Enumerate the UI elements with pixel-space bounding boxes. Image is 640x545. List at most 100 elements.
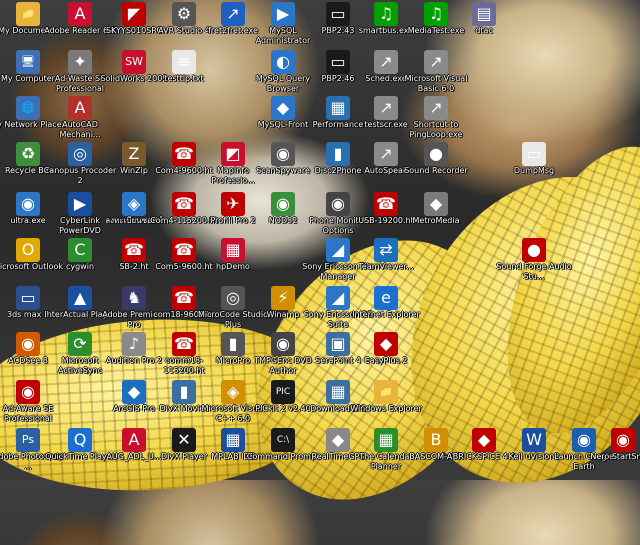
adobe-reader-6-0-icon[interactable]: A <box>68 2 92 26</box>
phone-monitor-options-icon[interactable]: ◉ <box>326 192 350 216</box>
sony-ericsson-file-manager-icon[interactable]: ◢ <box>326 238 350 262</box>
teamviewer-icon[interactable]: ⇄ <box>374 238 398 262</box>
cyberlink-powerdvd-icon[interactable]: ▶ <box>68 192 92 216</box>
shortcut-label: Internet Explorer <box>352 310 420 319</box>
sound-recorder-icon[interactable]: ● <box>424 142 448 166</box>
autospeak-icon[interactable]: ↗ <box>374 142 398 166</box>
item-icon[interactable]: ◈ <box>122 192 146 216</box>
shortcut-label: EasyPlus 2 <box>364 356 408 365</box>
brickspice-4-4-icon[interactable]: ◆ <box>472 428 496 452</box>
shortcut-label: Shortcut to PingLoop.exe <box>409 120 463 139</box>
performance-icon[interactable]: ▦ <box>326 96 350 120</box>
shortcut-label: DumpMsg <box>513 166 555 175</box>
mysql-administrator-icon[interactable]: ▶ <box>271 2 295 26</box>
acdsee-8-icon[interactable]: ◉ <box>16 332 40 356</box>
3ds-max-7-icon[interactable]: ▭ <box>16 286 40 310</box>
audition-pro-2-icon[interactable]: ♪ <box>122 332 146 356</box>
downloadgps-icon[interactable]: ▦ <box>326 380 350 404</box>
smartbus-exe-icon[interactable]: ♫ <box>374 2 398 26</box>
shortcut-label: Sound Forge Audio Stu... <box>496 262 572 281</box>
microsoft-activesync-icon[interactable]: ⟳ <box>68 332 92 356</box>
bascom-avr-icon[interactable]: B <box>424 428 448 452</box>
recycle-bin-icon[interactable]: ♻ <box>16 142 40 166</box>
divx-player-icon[interactable]: ✕ <box>172 428 196 452</box>
winzip-icon[interactable]: Z <box>122 142 146 166</box>
solidworks-2005-icon[interactable]: SW <box>122 50 146 74</box>
shortcut-label: hpDemo <box>216 262 250 271</box>
avr-studio-4-icon[interactable]: ⚙ <box>172 2 196 26</box>
nero-startsmart-icon[interactable]: ◉ <box>611 428 635 452</box>
tmpgenc-dvd-author-icon[interactable]: ◉ <box>271 332 295 356</box>
ad-waste-se-professional-icon[interactable]: ✦ <box>68 50 92 74</box>
autocad-mechani-icon[interactable]: A <box>68 96 92 120</box>
com4-9600-ht-icon[interactable]: ☎ <box>172 142 196 166</box>
microsoft-visual-basic-6-0-icon[interactable]: ↗ <box>424 50 448 74</box>
microsoft-outlook-icon[interactable]: O <box>16 238 40 262</box>
my-network-places-icon[interactable]: 🌐 <box>16 96 40 120</box>
ad-aware-se-professional-icon[interactable]: ◉ <box>16 380 40 404</box>
desktop-shortcut-nero-startsmart[interactable]: ◉Nero StartSmart <box>585 426 640 484</box>
adobe-photoshop-icon[interactable]: Ps <box>16 428 40 452</box>
desktop-shortcut-dumpmsg[interactable]: ▭ DumpMsg <box>496 140 572 198</box>
canopus-procoder-2-icon[interactable]: ◎ <box>68 142 92 166</box>
interactual-player-icon[interactable]: ▲ <box>68 286 92 310</box>
com4-115200-ht-icon[interactable]: ☎ <box>172 192 196 216</box>
disc2phone-icon[interactable]: ▮ <box>326 142 350 166</box>
pbp2-43-icon[interactable]: ▭ <box>326 2 350 26</box>
adobe-premiere-pro-icon[interactable]: ♞ <box>122 286 146 310</box>
my-documents-icon[interactable]: 📁 <box>16 2 40 26</box>
shortcut-label: AutoCAD Mechani... <box>59 120 101 139</box>
comm18-115200-ht-icon[interactable]: ☎ <box>172 332 196 356</box>
divx-movies-icon[interactable]: ▮ <box>172 380 196 404</box>
the-calendar-planner-icon[interactable]: ▦ <box>374 428 398 452</box>
pbp2-46-icon[interactable]: ▭ <box>326 50 350 74</box>
mapinfo-professio-icon[interactable]: ◩ <box>221 142 245 166</box>
realtimegps-icon[interactable]: ◆ <box>326 428 350 452</box>
sony-ericsson-pc-suite-icon[interactable]: ◢ <box>326 286 350 310</box>
keil-uvision3-icon[interactable]: W <box>522 428 546 452</box>
micropro-icon[interactable]: ▮ <box>221 332 245 356</box>
desktop: { "icons": [ {"label":"My Documents","gl… <box>0 0 640 545</box>
pickit-2-v2-40-icon[interactable]: PIC <box>271 380 295 404</box>
usb-19200-ht-icon[interactable]: ☎ <box>374 192 398 216</box>
com18-9600-ht-icon[interactable]: ☎ <box>172 286 196 310</box>
fret2fret-exe-icon[interactable]: ↗ <box>221 2 245 26</box>
dumpmsg-icon[interactable]: ▭ <box>522 142 546 166</box>
testtip-txt-icon[interactable]: ≡ <box>172 50 196 74</box>
winamp-icon[interactable]: ⚡ <box>271 286 295 310</box>
testscr-exe-icon[interactable]: ↗ <box>374 96 398 120</box>
arcgis-pro-icon[interactable]: ◆ <box>122 380 146 404</box>
cygwin-icon[interactable]: C <box>68 238 92 262</box>
scanspyware-icon[interactable]: ◉ <box>271 142 295 166</box>
shortcut-label: MetroMedia <box>412 216 460 225</box>
mysql-front-icon[interactable]: ◆ <box>271 96 295 120</box>
mysql-query-browser-icon[interactable]: ◐ <box>271 50 295 74</box>
com5-9600-ht-icon[interactable]: ☎ <box>172 238 196 262</box>
sb-2-ht-icon[interactable]: ☎ <box>122 238 146 262</box>
serapoint-4-icon[interactable]: ▣ <box>326 332 350 356</box>
profili-pro-2-icon[interactable]: ✈ <box>221 192 245 216</box>
desktop-shortcut-sound-forge-audio-stu[interactable]: ● Sound Forge Audio Stu... <box>496 236 572 294</box>
aug-adl-u-icon[interactable]: A <box>122 428 146 452</box>
easyplus-2-icon[interactable]: ◆ <box>374 332 398 356</box>
mediatest-exe-icon[interactable]: ♫ <box>424 2 448 26</box>
internet-explorer-icon[interactable]: e <box>374 286 398 310</box>
desktop-shortcut-testtip-txt[interactable]: ≡ testtip.txt <box>146 48 222 106</box>
quicktime-player-icon[interactable]: Q <box>68 428 92 452</box>
sound-forge-audio-stu-icon[interactable]: ● <box>522 238 546 262</box>
microcode-studio-plus-icon[interactable]: ◎ <box>221 286 245 310</box>
my-computer-icon[interactable]: 🖥 <box>16 50 40 74</box>
metromedia-icon[interactable]: ◆ <box>424 192 448 216</box>
sched-exe-icon[interactable]: ↗ <box>374 50 398 74</box>
windows-explorer-icon[interactable]: 📁 <box>374 380 398 404</box>
shortcut-to-pingloop-exe-icon[interactable]: ↗ <box>424 96 448 120</box>
nod32-icon[interactable]: ◉ <box>271 192 295 216</box>
skyys010src-icon[interactable]: ◤ <box>122 2 146 26</box>
shortcut-label: dtac <box>475 26 493 35</box>
hpdemo-icon[interactable]: ▦ <box>221 238 245 262</box>
ultra-exe-icon[interactable]: ◉ <box>16 192 40 216</box>
microsoft-visual-c-6-0-icon[interactable]: ◈ <box>221 380 245 404</box>
dtac-icon[interactable]: ▤ <box>472 2 496 26</box>
mplab-ide-icon[interactable]: ▦ <box>221 428 245 452</box>
command-prompt-icon[interactable]: C:\ <box>271 428 295 452</box>
